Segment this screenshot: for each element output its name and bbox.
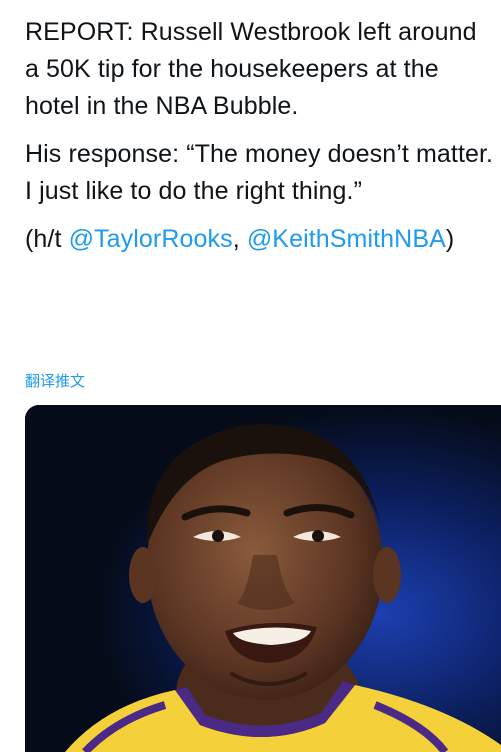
player-photo-illustration (25, 405, 501, 752)
tweet-paragraph-report: REPORT: Russell Westbrook left around a … (25, 18, 477, 120)
mention-taylor-rooks[interactable]: @TaylorRooks (69, 225, 233, 253)
tweet-paragraph-quote: His response: “The money doesn’t matter.… (25, 140, 494, 205)
tweet-media-photo[interactable] (25, 405, 501, 752)
credit-separator: , (232, 225, 247, 253)
credit-suffix: ) (445, 225, 455, 253)
mention-keith-smith-nba[interactable]: @KeithSmithNBA (247, 225, 446, 253)
credit-prefix: (h/t (25, 225, 69, 253)
tweet-body: REPORT: Russell Westbrook left around a … (25, 14, 501, 269)
tweet-paragraph-credit: (h/t @TaylorRooks, @KeithSmithNBA) (25, 221, 501, 258)
translate-tweet-link[interactable]: 翻译推文 (25, 370, 85, 391)
